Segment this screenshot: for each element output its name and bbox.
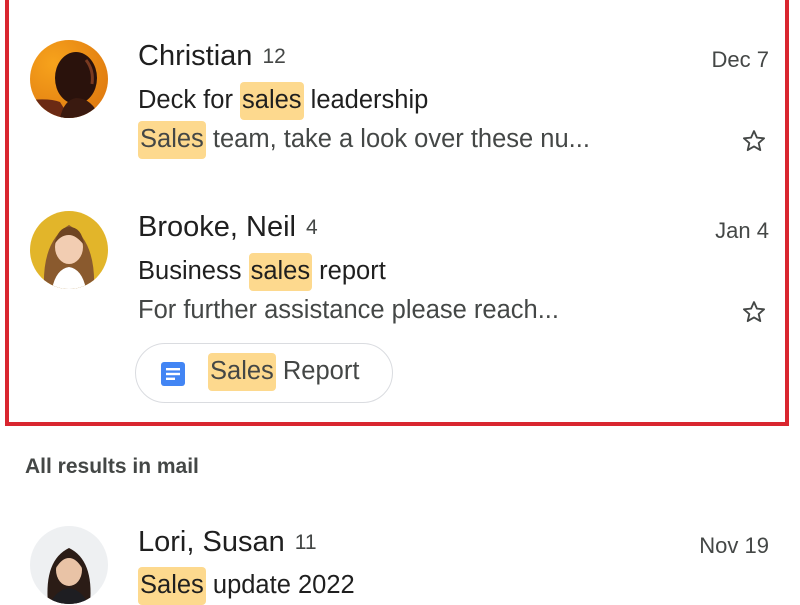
avatar[interactable]: [30, 211, 108, 289]
email-thread-christian[interactable]: Christian 12 Dec 7 Deck for sales leaders…: [0, 0, 800, 190]
email-thread-lori-susan[interactable]: Lori, Susan 11 Nov 19 Sales update 2022: [0, 500, 800, 605]
subject-line: Sales update 2022: [138, 567, 355, 605]
avatar-lori-image: [30, 526, 108, 604]
subject-line: Deck for sales leadership: [138, 82, 429, 120]
search-match-highlight: Sales: [138, 121, 206, 159]
subject-text: report: [312, 257, 386, 285]
subject-text: update 2022: [205, 571, 355, 599]
search-match-highlight: sales: [240, 82, 304, 120]
thread-date: Dec 7: [711, 47, 769, 72]
email-thread-brooke-neil[interactable]: Brooke, Neil 4 Jan 4 Business sales repor…: [0, 190, 800, 420]
sender-name: Lori, Susan 11: [138, 526, 317, 559]
subject-text: leadership: [303, 86, 429, 114]
snippet-line: For further assistance please reach...: [138, 296, 559, 324]
star-icon[interactable]: [741, 128, 767, 154]
thread-date: Nov 19: [699, 533, 769, 558]
avatar[interactable]: [30, 526, 108, 604]
avatar[interactable]: [30, 40, 108, 118]
thread-date: Jan 4: [715, 218, 769, 243]
section-title-all-results: All results in mail: [25, 455, 199, 478]
attachment-label: Sales Report: [208, 353, 360, 391]
sender-name: Brooke, Neil 4: [138, 211, 318, 244]
search-match-highlight: sales: [248, 253, 313, 291]
thread-count: 12: [262, 45, 286, 68]
subject-text: Business: [138, 257, 249, 285]
search-match-highlight: Sales: [208, 353, 276, 391]
avatar-brooke-image: [30, 211, 108, 289]
attachment-label-text: Report: [275, 357, 360, 385]
sender-text: Christian: [138, 40, 253, 72]
subject-text: Deck for: [138, 86, 241, 114]
thread-count: 4: [305, 216, 318, 239]
search-match-highlight: Sales: [138, 567, 206, 605]
google-docs-icon: [161, 362, 185, 386]
star-icon[interactable]: [741, 299, 767, 325]
snippet-text: team, take a look over these nu...: [205, 125, 590, 153]
snippet-line: Sales team, take a look over these nu...: [138, 121, 590, 159]
thread-count: 11: [294, 531, 317, 554]
sender-name: Christian 12: [138, 40, 286, 73]
sender-text: Lori, Susan: [138, 526, 285, 558]
sender-text: Brooke, Neil: [138, 211, 296, 243]
subject-line: Business sales report: [138, 253, 386, 291]
avatar-christian-image: [30, 40, 108, 118]
attachment-chip-sales-report[interactable]: Sales Report: [135, 343, 393, 403]
